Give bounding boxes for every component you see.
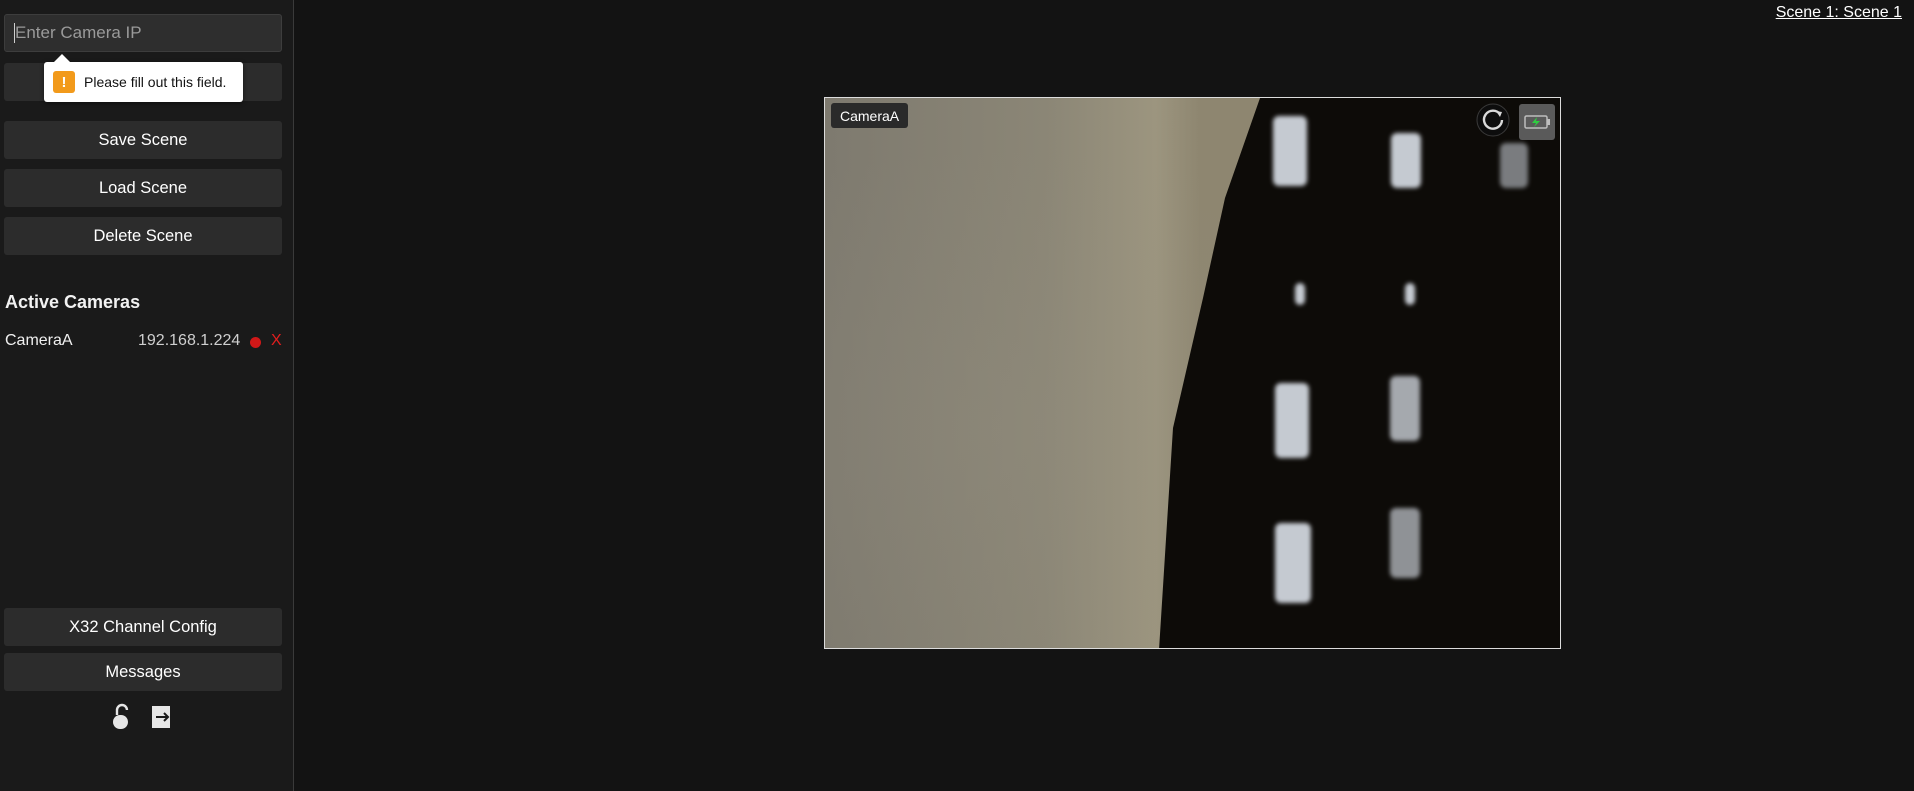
scene-link[interactable]: Scene 1: Scene 1: [1776, 4, 1902, 22]
save-scene-button[interactable]: Save Scene: [4, 121, 282, 159]
feed-highlight: [1390, 508, 1420, 578]
lock-icon[interactable]: [110, 702, 134, 732]
x32-channel-config-button[interactable]: X32 Channel Config: [4, 608, 282, 646]
feed-highlight: [1500, 143, 1528, 188]
exit-icon[interactable]: [150, 704, 174, 730]
delete-scene-button[interactable]: Delete Scene: [4, 217, 282, 255]
feed-highlight: [1275, 523, 1311, 603]
remove-camera-button[interactable]: X: [271, 332, 282, 350]
validation-tooltip: ! Please fill out this field.: [44, 54, 243, 102]
text-caret: [14, 23, 15, 43]
feed-highlight: [1391, 133, 1421, 188]
warning-icon: !: [53, 71, 75, 93]
feed-highlight: [1273, 116, 1307, 186]
validation-message: Please fill out this field.: [84, 74, 227, 90]
load-scene-button[interactable]: Load Scene: [4, 169, 282, 207]
messages-button[interactable]: Messages: [4, 653, 282, 691]
camera-ip: 192.168.1.224: [138, 332, 241, 349]
app-root: ! Please fill out this field. Save Scene…: [0, 0, 1914, 791]
camera-list-item: CameraA 192.168.1.224 X: [5, 332, 287, 352]
sidebar: ! Please fill out this field. Save Scene…: [0, 0, 294, 791]
feed-highlight: [1390, 376, 1420, 441]
feed-highlight: [1405, 283, 1415, 305]
camera-status-dot: [250, 337, 261, 348]
refresh-icon[interactable]: [1475, 102, 1511, 138]
camera-feed[interactable]: CameraA: [824, 97, 1561, 649]
camera-name: CameraA: [5, 332, 73, 349]
active-cameras-title: Active Cameras: [5, 292, 141, 312]
camera-name-tag: CameraA: [831, 103, 909, 128]
feed-highlight: [1295, 283, 1305, 305]
feed-highlight: [1275, 383, 1309, 458]
battery-icon: [1519, 104, 1555, 140]
camera-ip-input[interactable]: [4, 14, 282, 52]
